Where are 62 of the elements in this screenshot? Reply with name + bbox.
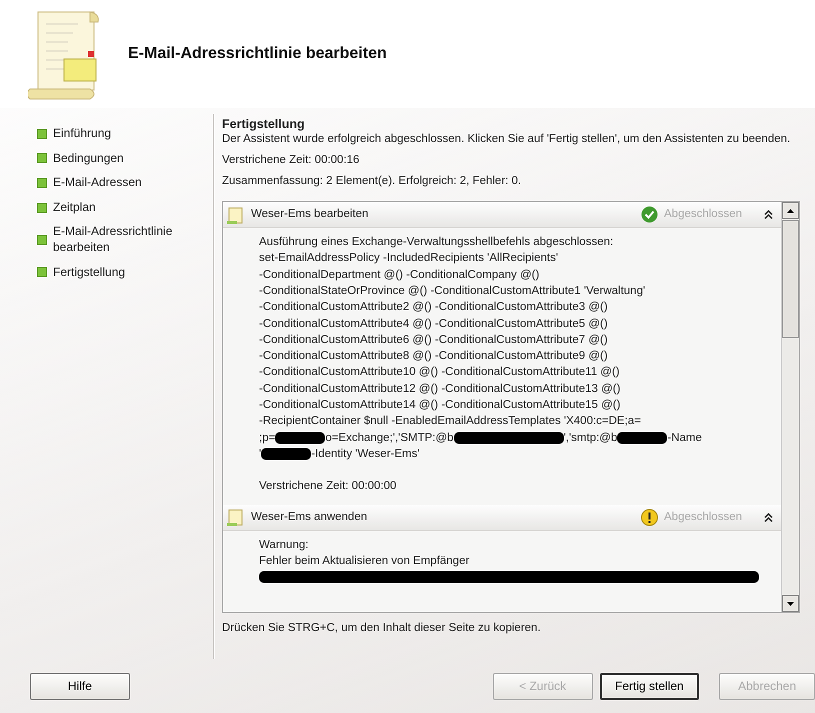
task-header[interactable]: Weser-Ems anwenden Abgeschlossen: [223, 504, 781, 531]
output-text: -ConditionalStateOrProvince @() -ConditionalCustomAttribute1 'Verwaltung': [259, 284, 646, 297]
step-label: E-Mail-Adressen: [53, 175, 142, 191]
step-marker-icon: [37, 128, 47, 139]
output-text: -ConditionalCustomAttribute2 @() -ConditionalCustomAttribute3 @(): [259, 301, 608, 314]
output-text: -ConditionalCustomAttribute4 @() -ConditionalCustomAttribute5 @(): [259, 318, 608, 330]
step-label: Zeitplan: [53, 200, 96, 216]
task-title: Weser-Ems anwenden: [251, 510, 368, 524]
wizard-title: E-Mail-Adressrichtlinie bearbeiten: [128, 44, 387, 64]
warning-icon: [641, 508, 658, 526]
summary-text: Zusammenfassung: 2 Element(e). Erfolgreich: 2, Fehler: 0.: [222, 174, 522, 190]
output-text: set-EmailAddressPolicy -IncludedRecipients 'AllRecipients': [259, 252, 558, 264]
output-text: -ConditionalCustomAttribute10 @() -ConditionalCustomAttribute11 @(): [259, 366, 620, 378]
output-text: ;p=: [259, 432, 276, 444]
check-circle-icon: [641, 206, 658, 224]
step-label: E-Mail-Adressrichtlinie bearbeiten: [53, 224, 174, 256]
document-icon: [227, 206, 245, 224]
redaction-mark: [617, 432, 668, 444]
task-title: Weser-Ems bearbeiten: [251, 207, 370, 222]
step-marker-icon: [37, 267, 47, 278]
step-marker-icon: [37, 234, 47, 245]
output-text: -ConditionalCustomAttribute12 @() -ConditionalCustomAttribute13 @(): [259, 382, 620, 395]
scroll-up-button[interactable]: [782, 202, 799, 220]
copy-hint: Drücken Sie STRG+C, um den Inhalt dieser Seite zu kopieren.: [222, 621, 542, 636]
output-text: ': [259, 448, 262, 460]
intro-text: Der Assistent wurde erfolgreich abgeschlossen. Klicken Sie auf 'Fertig stellen', um den Assistenten zu beenden.: [222, 132, 792, 148]
step-marker-icon: [37, 202, 47, 213]
output-text: -ConditionalDepartment @() -ConditionalCompany @(): [259, 268, 540, 281]
output-text: Fehler beim Aktualisieren von Empfänger: [259, 554, 470, 567]
down-arrow-icon: [787, 602, 794, 606]
output-text: -ConditionalCustomAttribute14 @() -ConditionalCustomAttribute15 @(): [259, 399, 620, 412]
output-text: -ConditionalCustomAttribute8 @() -ConditionalCustomAttribute9 @(): [259, 350, 608, 362]
collapse-chevron-icon[interactable]: [764, 512, 773, 522]
output-text: -Identity 'Weser-Ems': [311, 448, 420, 460]
up-arrow-icon: [787, 208, 794, 213]
redaction-mark: [275, 432, 326, 444]
page-title: Fertigstellung: [222, 116, 306, 132]
elapsed-time: Verstrichene Zeit: 00:00:00: [259, 479, 398, 494]
document-icon: [227, 508, 245, 526]
scroll-down-button[interactable]: [782, 595, 799, 612]
output-text: ','smtp:@b: [564, 432, 618, 444]
output-text: Warnung:: [259, 538, 308, 551]
output-text: -ConditionalCustomAttribute6 @() -ConditionalCustomAttribute7 @(): [259, 334, 608, 346]
step-marker-icon: [37, 178, 47, 188]
scroll-thumb[interactable]: [782, 220, 799, 338]
step-marker-icon: [37, 153, 47, 164]
output-text: -Name: [667, 432, 702, 444]
wizard-button[interactable]: Fertig stellen: [600, 673, 700, 700]
elapsed-time: Verstrichene Zeit: 00:00:16: [222, 153, 360, 168]
output-text: o=Exchange;','SMTP:@b: [325, 432, 454, 444]
output-text: -RecipientContainer $null -EnabledEmailAddressTemplates 'X400:c=DE;a=: [259, 415, 641, 428]
collapse-chevron-icon[interactable]: [764, 210, 773, 220]
output-text: Ausführung eines Exchange-Verwaltungsshellbefehls abgeschlossen:: [259, 236, 614, 248]
status-text: Abgeschlossen: [664, 207, 742, 222]
wizard-button[interactable]: Hilfe: [30, 673, 130, 700]
scrollbar[interactable]: [781, 202, 799, 612]
step-label: Bedingungen: [53, 150, 124, 166]
step-label: Fertigstellung: [53, 264, 126, 280]
step-label: Einführung: [53, 126, 112, 142]
status-text: Abgeschlossen: [664, 510, 742, 524]
task-header[interactable]: Weser-Ems bearbeiten Abgeschlossen: [223, 202, 781, 228]
redaction-mark: [261, 448, 312, 460]
